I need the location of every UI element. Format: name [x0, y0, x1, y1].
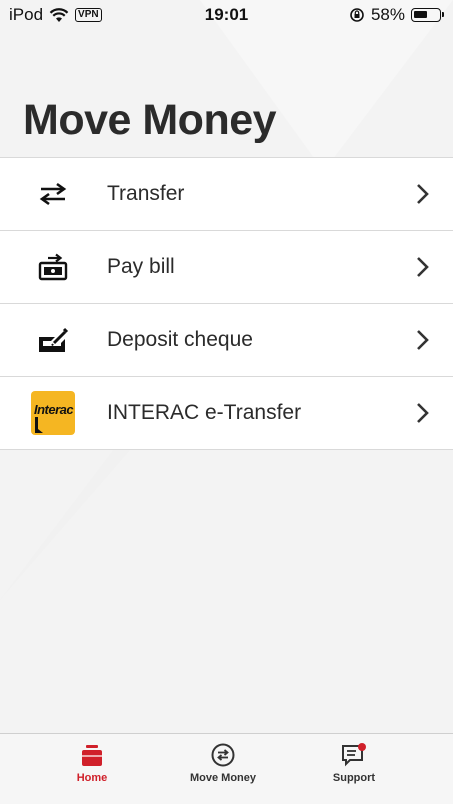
menu-item-deposit-cheque[interactable]: Deposit cheque [0, 304, 453, 377]
pay-bill-icon [30, 244, 76, 290]
chevron-right-icon [417, 403, 429, 423]
tab-label: Support [332, 772, 376, 784]
transfer-arrows-icon [30, 171, 76, 217]
menu-item-label: Pay bill [107, 255, 175, 278]
tab-home[interactable]: Home [32, 734, 152, 804]
menu-item-label: INTERAC e-Transfer [107, 401, 302, 424]
menu-item-pay-bill[interactable]: Pay bill [0, 231, 453, 304]
interac-hand-icon [35, 417, 43, 433]
tab-move-money[interactable]: Move Money [163, 734, 283, 804]
interac-logo-icon: Interac [30, 390, 76, 436]
menu-item-transfer[interactable]: Transfer [0, 158, 453, 231]
status-right: 58% [349, 5, 444, 25]
support-chat-icon [342, 743, 366, 767]
tab-support[interactable]: Support [294, 734, 414, 804]
chevron-right-icon [417, 330, 429, 350]
tab-label: Home [76, 772, 108, 784]
orientation-lock-icon [350, 8, 364, 22]
chevron-right-icon [417, 257, 429, 277]
page-title: Move Money [23, 96, 277, 144]
chevron-right-icon [417, 184, 429, 204]
tab-bar: Home Move Money Support [0, 733, 453, 804]
menu-item-interac-etransfer[interactable]: Interac INTERAC e-Transfer [0, 377, 453, 450]
move-money-icon [211, 743, 235, 767]
interac-logo: Interac [31, 391, 75, 435]
deposit-cheque-icon [30, 317, 76, 363]
move-money-menu: Transfer Pay bill Deposit cheque Interac… [0, 157, 453, 450]
menu-item-label: Transfer [107, 182, 185, 205]
tab-label: Move Money [189, 772, 256, 784]
battery-percent: 58% [370, 5, 405, 24]
battery-nub [442, 12, 444, 17]
menu-item-label: Deposit cheque [107, 328, 253, 351]
battery-icon [411, 8, 444, 22]
status-bar: iPod VPN 19:01 58% [0, 0, 453, 30]
battery-fill [414, 11, 427, 18]
home-icon [82, 745, 102, 766]
